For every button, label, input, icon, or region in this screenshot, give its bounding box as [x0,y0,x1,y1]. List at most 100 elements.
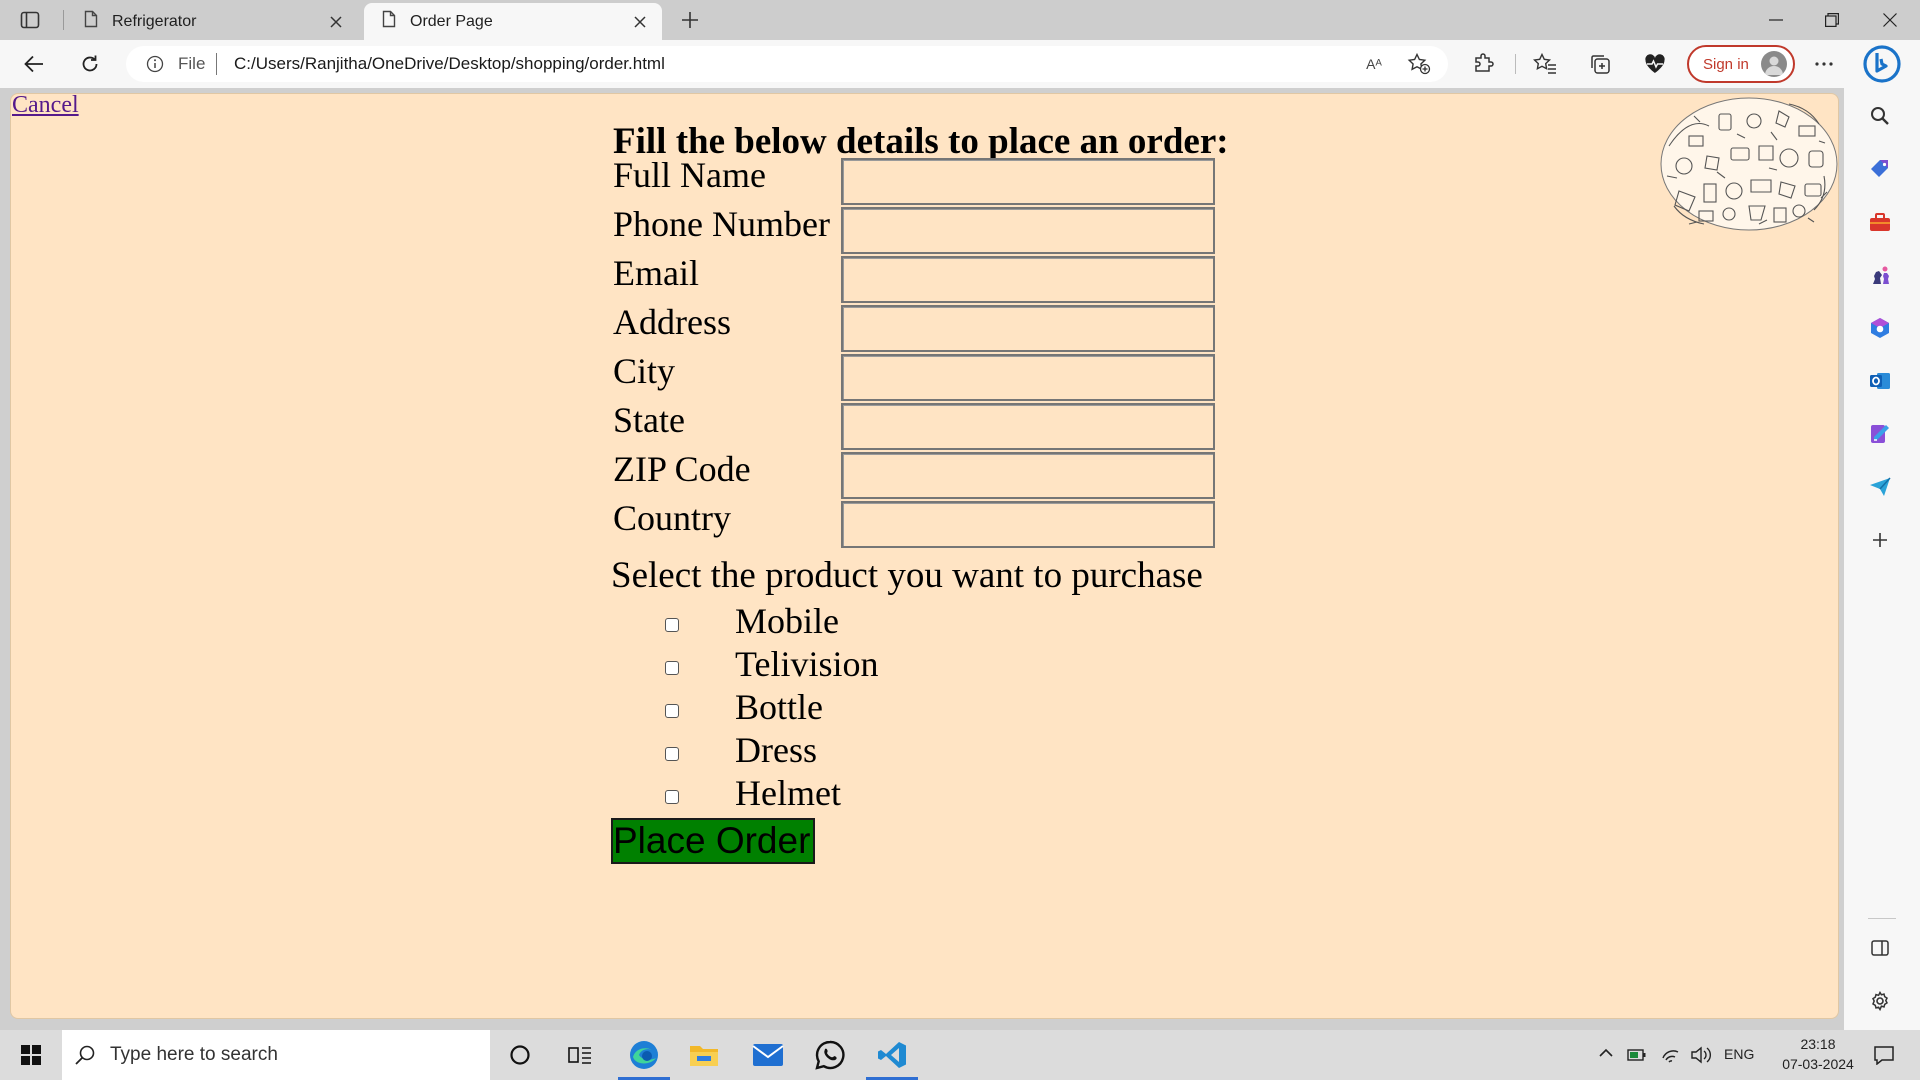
dress-checkbox[interactable] [665,747,679,761]
refresh-icon[interactable] [72,48,108,80]
send-icon[interactable] [1862,469,1898,505]
city-input[interactable] [841,354,1215,401]
browser-essentials-icon[interactable] [1637,48,1673,80]
taskbar-search-input[interactable]: Type here to search [62,1030,490,1080]
scheme-label: File [178,54,206,73]
helmet-checkbox[interactable] [665,790,679,804]
sign-in-button[interactable]: Sign in [1687,45,1795,83]
email-input[interactable] [841,256,1215,303]
search-icon [74,1044,96,1071]
file-explorer-icon[interactable] [676,1030,732,1080]
city-label: City [613,351,676,391]
vscode-icon[interactable] [864,1030,920,1080]
info-icon[interactable] [146,55,164,78]
minimize-icon[interactable] [1748,0,1804,40]
state-label: State [613,400,685,440]
settings-gear-icon[interactable] [1862,983,1898,1019]
windows-start-icon[interactable] [6,1030,56,1080]
games-icon[interactable] [1862,257,1898,293]
browser-toolbar: File C:/Users/Ranjitha/OneDrive/Desktop/… [0,40,1920,88]
close-icon[interactable] [630,12,650,32]
address-label: Address [613,302,731,342]
state-input[interactable] [841,403,1215,450]
avatar-icon [1761,51,1787,77]
extensions-icon[interactable] [1466,48,1502,80]
television-checkbox[interactable] [665,661,679,675]
cancel-link[interactable]: Cancel [12,94,79,119]
outlook-icon[interactable] [1862,363,1898,399]
favorites-icon[interactable] [1527,48,1563,80]
tab-refrigerator[interactable]: Refrigerator [66,3,358,40]
product-prompt: Select the product you want to purchase [611,555,1203,596]
url-text[interactable]: C:/Users/Ranjitha/OneDrive/Desktop/shopp… [234,54,665,74]
designer-icon[interactable] [1862,416,1898,452]
bing-copilot-icon[interactable] [1860,42,1904,86]
edge-sidebar [1844,88,1920,1030]
search-placeholder: Type here to search [110,1044,278,1065]
tab-order-page[interactable]: Order Page [364,3,662,40]
add-icon[interactable] [1862,522,1898,558]
phone-number-label: Phone Number [613,204,830,244]
email-label: Email [613,253,699,293]
zip-code-label: ZIP Code [613,449,751,489]
restore-icon[interactable] [1804,0,1860,40]
address-bar[interactable]: File C:/Users/Ranjitha/OneDrive/Desktop/… [126,46,1448,82]
mail-icon[interactable] [740,1030,796,1080]
close-icon[interactable] [326,12,346,32]
cortana-icon[interactable] [492,1030,548,1080]
language-indicator[interactable]: ENG [1724,1046,1754,1062]
shopping-tag-icon[interactable] [1862,151,1898,187]
add-favorite-icon[interactable] [1406,52,1432,76]
zip-code-input[interactable] [841,452,1215,499]
show-hidden-icons-icon[interactable] [1598,1045,1614,1066]
page-icon [84,10,98,33]
page-icon [382,10,396,33]
back-icon[interactable] [16,48,52,80]
country-label: Country [613,498,732,538]
television-label: Telivision [735,644,879,684]
bottle-checkbox[interactable] [665,704,679,718]
clock[interactable]: 23:18 07-03-2024 [1772,1034,1864,1074]
tab-title: Refrigerator [112,12,197,30]
whatsapp-icon[interactable] [802,1030,858,1080]
tab-actions-icon[interactable] [12,6,48,34]
toolbar-divider [1515,54,1516,74]
country-input[interactable] [841,501,1215,548]
mobile-label: Mobile [735,601,839,641]
read-aloud-icon[interactable]: Aᴬ [1362,53,1386,75]
place-order-button[interactable]: Place Order [611,818,815,864]
clock-date: 07-03-2024 [1782,1056,1854,1072]
clock-time: 23:18 [1800,1036,1836,1052]
shopping-doodle-logo [1659,96,1838,232]
dress-label: Dress [735,730,817,770]
more-options-icon[interactable] [1806,48,1842,80]
battery-icon[interactable] [1626,1044,1648,1066]
tab-strip: Refrigerator Order Page [0,0,1920,40]
full-name-label: Full Name [613,155,766,195]
task-view-icon[interactable] [552,1030,608,1080]
notifications-icon[interactable] [1864,1040,1904,1070]
address-separator [216,53,217,75]
address-input[interactable] [841,305,1215,352]
collections-icon[interactable] [1582,48,1618,80]
search-icon[interactable] [1862,98,1898,134]
tools-briefcase-icon[interactable] [1862,204,1898,240]
wifi-icon[interactable] [1660,1044,1682,1066]
edge-taskbar-icon[interactable] [616,1030,672,1080]
new-tab-button[interactable] [674,6,706,34]
mobile-checkbox[interactable] [665,618,679,632]
phone-number-input[interactable] [841,207,1215,254]
page-viewport: Cancel Fill the below details to place a… [10,93,1839,1019]
tab-divider [63,10,64,30]
helmet-label: Helmet [735,773,841,813]
bottle-label: Bottle [735,687,823,727]
volume-icon[interactable] [1690,1044,1712,1066]
tab-title: Order Page [410,12,493,30]
sidebar-divider [1868,918,1896,919]
windows-taskbar: Type here to search ENG 23:18 07-03-2024 [0,1030,1920,1080]
full-name-input[interactable] [841,158,1215,205]
sidebar-layout-icon[interactable] [1862,930,1898,966]
microsoft-365-icon[interactable] [1862,310,1898,346]
sign-in-label: Sign in [1703,55,1749,73]
window-close-icon[interactable] [1862,0,1918,40]
